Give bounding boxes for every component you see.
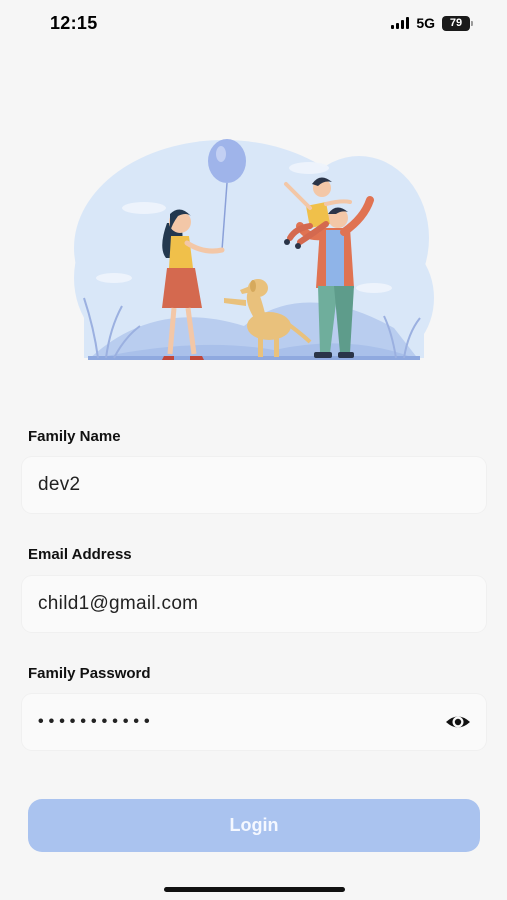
eye-icon[interactable]: [444, 710, 472, 734]
signal-bars-icon: [391, 17, 410, 29]
family-name-input[interactable]: dev2: [38, 457, 438, 513]
email-input[interactable]: child1@gmail.com: [38, 576, 438, 632]
login-screen: 12:15 5G 79 Family Name dev2 Email Addre…: [0, 0, 507, 900]
network-type: 5G: [416, 15, 435, 31]
home-indicator: [164, 887, 345, 892]
password-label: Family Password: [28, 665, 151, 682]
status-indicators: 5G 79: [391, 15, 473, 31]
password-input[interactable]: •••••••••••: [38, 694, 438, 750]
password-field[interactable]: •••••••••••: [22, 694, 486, 750]
status-bar: 12:15 5G 79: [0, 0, 507, 48]
battery-icon: 79: [442, 15, 473, 31]
status-time: 12:15: [50, 13, 98, 33]
family-name-field[interactable]: dev2: [22, 457, 486, 513]
login-button[interactable]: Login: [28, 799, 480, 852]
family-illustration: [74, 139, 434, 360]
family-name-label: Family Name: [28, 428, 121, 445]
battery-level: 79: [442, 15, 470, 31]
email-label: Email Address: [28, 546, 132, 563]
email-field[interactable]: child1@gmail.com: [22, 576, 486, 632]
